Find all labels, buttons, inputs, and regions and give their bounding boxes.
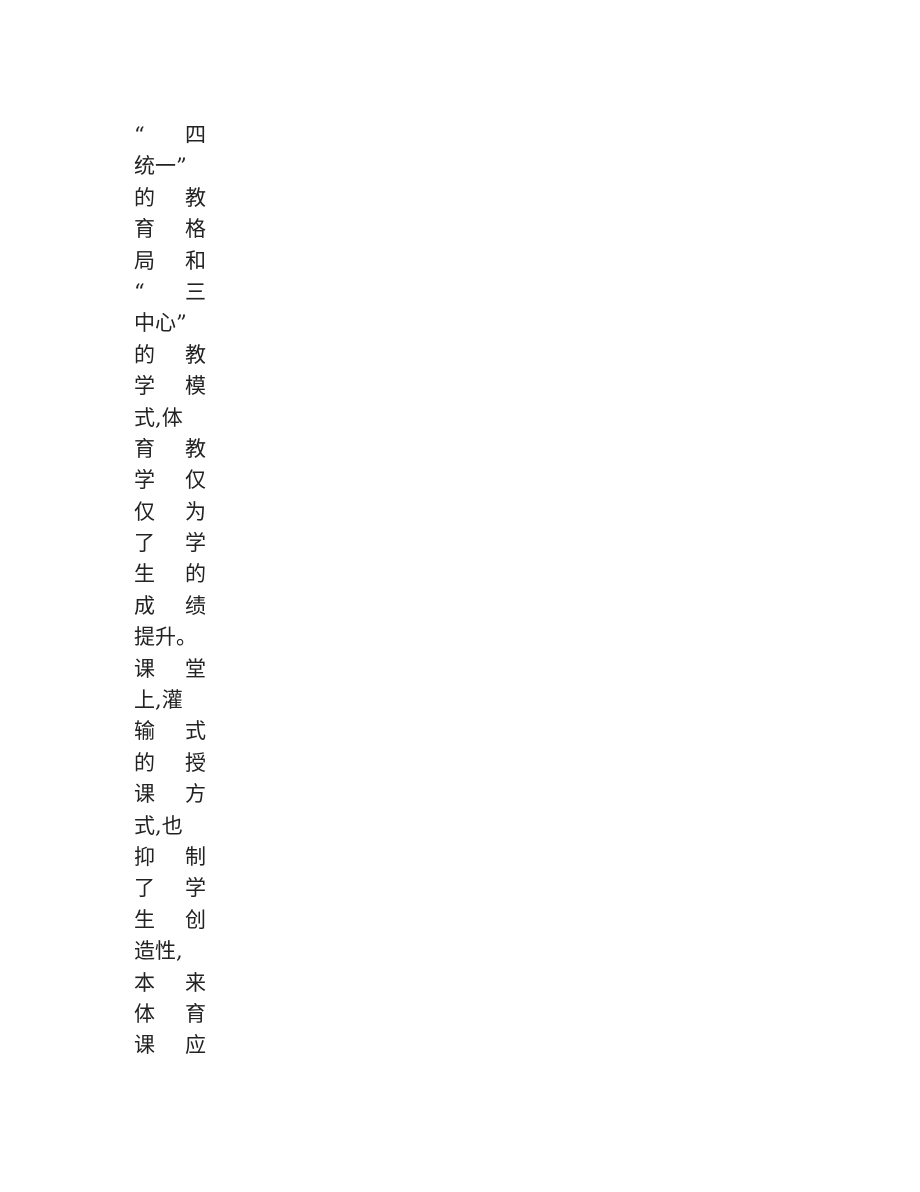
document-glyph: 了 bbox=[134, 531, 155, 556]
document-glyph: 仅 bbox=[185, 468, 206, 493]
document-line: 学仅 bbox=[134, 465, 206, 496]
document-glyph: 也 bbox=[161, 813, 183, 838]
document-glyph: 式 bbox=[134, 813, 155, 838]
document-line: 局和 bbox=[134, 246, 206, 277]
document-glyph: 制 bbox=[185, 844, 206, 869]
document-glyph: 的 bbox=[185, 562, 206, 587]
document-line: 生创 bbox=[134, 905, 206, 936]
document-glyph: 造 bbox=[134, 939, 155, 964]
document-glyph: 育 bbox=[134, 217, 155, 242]
document-glyph: ” bbox=[176, 154, 187, 179]
document-glyph: 式 bbox=[134, 405, 155, 430]
document-glyph: 课 bbox=[134, 656, 155, 681]
document-line: 统一” bbox=[134, 151, 206, 182]
document-line: 的教 bbox=[134, 183, 206, 214]
document-line: 了学 bbox=[134, 873, 206, 904]
document-line: 本来 bbox=[134, 968, 206, 999]
document-glyph: 升 bbox=[155, 625, 176, 650]
document-glyph: 和 bbox=[185, 248, 206, 273]
document-line: 造性, bbox=[134, 936, 206, 967]
document-glyph: 生 bbox=[134, 562, 155, 587]
document-glyph: 。 bbox=[176, 625, 197, 650]
document-line: “三 bbox=[134, 277, 206, 308]
document-line: 课堂 bbox=[134, 654, 206, 685]
document-line: 的教 bbox=[134, 340, 206, 371]
document-glyph: 生 bbox=[134, 907, 155, 932]
document-page: “四统一” 的教育格局和 “三中心” 的教学模式, 体育教学仅仅为了学生的成绩提升。课堂… bbox=[0, 0, 920, 1192]
document-glyph: , bbox=[155, 813, 162, 838]
document-glyph: , bbox=[155, 688, 162, 713]
document-glyph: 心 bbox=[155, 311, 176, 336]
document-glyph: 成 bbox=[134, 593, 155, 618]
document-glyph: 课 bbox=[134, 1033, 155, 1058]
document-glyph: 上 bbox=[134, 688, 155, 713]
document-line: 上,灌 bbox=[134, 685, 206, 716]
document-glyph: , bbox=[176, 939, 183, 964]
document-line: 输式 bbox=[134, 716, 206, 747]
document-glyph: 教 bbox=[185, 436, 206, 461]
document-glyph: 式 bbox=[185, 719, 206, 744]
document-glyph: 三 bbox=[185, 279, 206, 304]
document-glyph: 了 bbox=[134, 876, 155, 901]
document-glyph: 来 bbox=[185, 970, 206, 995]
document-line: 式,也 bbox=[134, 811, 206, 842]
document-glyph: 方 bbox=[185, 782, 206, 807]
document-glyph: 输 bbox=[134, 719, 155, 744]
document-glyph: , bbox=[155, 405, 162, 430]
document-glyph: 育 bbox=[185, 1001, 206, 1026]
document-glyph: 堂 bbox=[185, 656, 206, 681]
document-glyph: 抑 bbox=[134, 844, 155, 869]
document-line: 生的 bbox=[134, 559, 206, 590]
document-line: 体育 bbox=[134, 999, 206, 1030]
document-glyph: 的 bbox=[134, 750, 155, 775]
document-glyph: 授 bbox=[185, 750, 206, 775]
document-line: 课方 bbox=[134, 779, 206, 810]
document-glyph: 模 bbox=[185, 374, 206, 399]
document-glyph: “ bbox=[134, 123, 145, 147]
document-glyph: 格 bbox=[185, 217, 206, 242]
document-text-column: “四统一” 的教育格局和 “三中心” 的教学模式, 体育教学仅仅为了学生的成绩提升。课堂… bbox=[134, 120, 206, 1062]
document-glyph: 教 bbox=[185, 342, 206, 367]
document-glyph: 局 bbox=[134, 248, 155, 273]
document-glyph: ” bbox=[176, 311, 187, 336]
document-glyph: 为 bbox=[185, 499, 206, 524]
document-glyph: 学 bbox=[185, 876, 206, 901]
document-glyph: 学 bbox=[134, 468, 155, 493]
document-glyph: “ bbox=[134, 279, 145, 304]
document-line: 学模 bbox=[134, 371, 206, 402]
document-glyph: 四 bbox=[185, 123, 206, 147]
document-glyph: 体 bbox=[161, 405, 183, 430]
document-glyph: 的 bbox=[134, 185, 155, 210]
document-line: 的授 bbox=[134, 748, 206, 779]
document-glyph: 的 bbox=[134, 342, 155, 367]
document-glyph: 灌 bbox=[161, 688, 183, 713]
document-line: 育格 bbox=[134, 214, 206, 245]
document-glyph: 体 bbox=[134, 1001, 155, 1026]
document-glyph: 性 bbox=[155, 939, 176, 964]
document-glyph: 学 bbox=[134, 374, 155, 399]
document-line: 式,体 bbox=[134, 403, 206, 434]
document-glyph: 育 bbox=[134, 436, 155, 461]
document-glyph: 仅 bbox=[134, 499, 155, 524]
document-glyph: 提 bbox=[134, 625, 155, 650]
document-glyph: 本 bbox=[134, 970, 155, 995]
document-line: “四 bbox=[134, 120, 206, 151]
document-line: 中心” bbox=[134, 308, 206, 339]
document-line: 课应 bbox=[134, 1030, 206, 1061]
document-glyph: 统 bbox=[134, 154, 155, 179]
document-glyph: 学 bbox=[185, 531, 206, 556]
document-line: 了学 bbox=[134, 528, 206, 559]
document-glyph: 绩 bbox=[185, 593, 206, 618]
document-glyph: 应 bbox=[185, 1033, 206, 1058]
document-line: 提升。 bbox=[134, 622, 206, 653]
document-glyph: 创 bbox=[185, 907, 206, 932]
document-line: 育教 bbox=[134, 434, 206, 465]
document-glyph: 中 bbox=[134, 311, 155, 336]
document-glyph: 课 bbox=[134, 782, 155, 807]
document-glyph: 一 bbox=[155, 154, 176, 179]
document-line: 仅为 bbox=[134, 497, 206, 528]
document-line: 成绩 bbox=[134, 591, 206, 622]
document-line: 抑制 bbox=[134, 842, 206, 873]
document-glyph: 教 bbox=[185, 185, 206, 210]
